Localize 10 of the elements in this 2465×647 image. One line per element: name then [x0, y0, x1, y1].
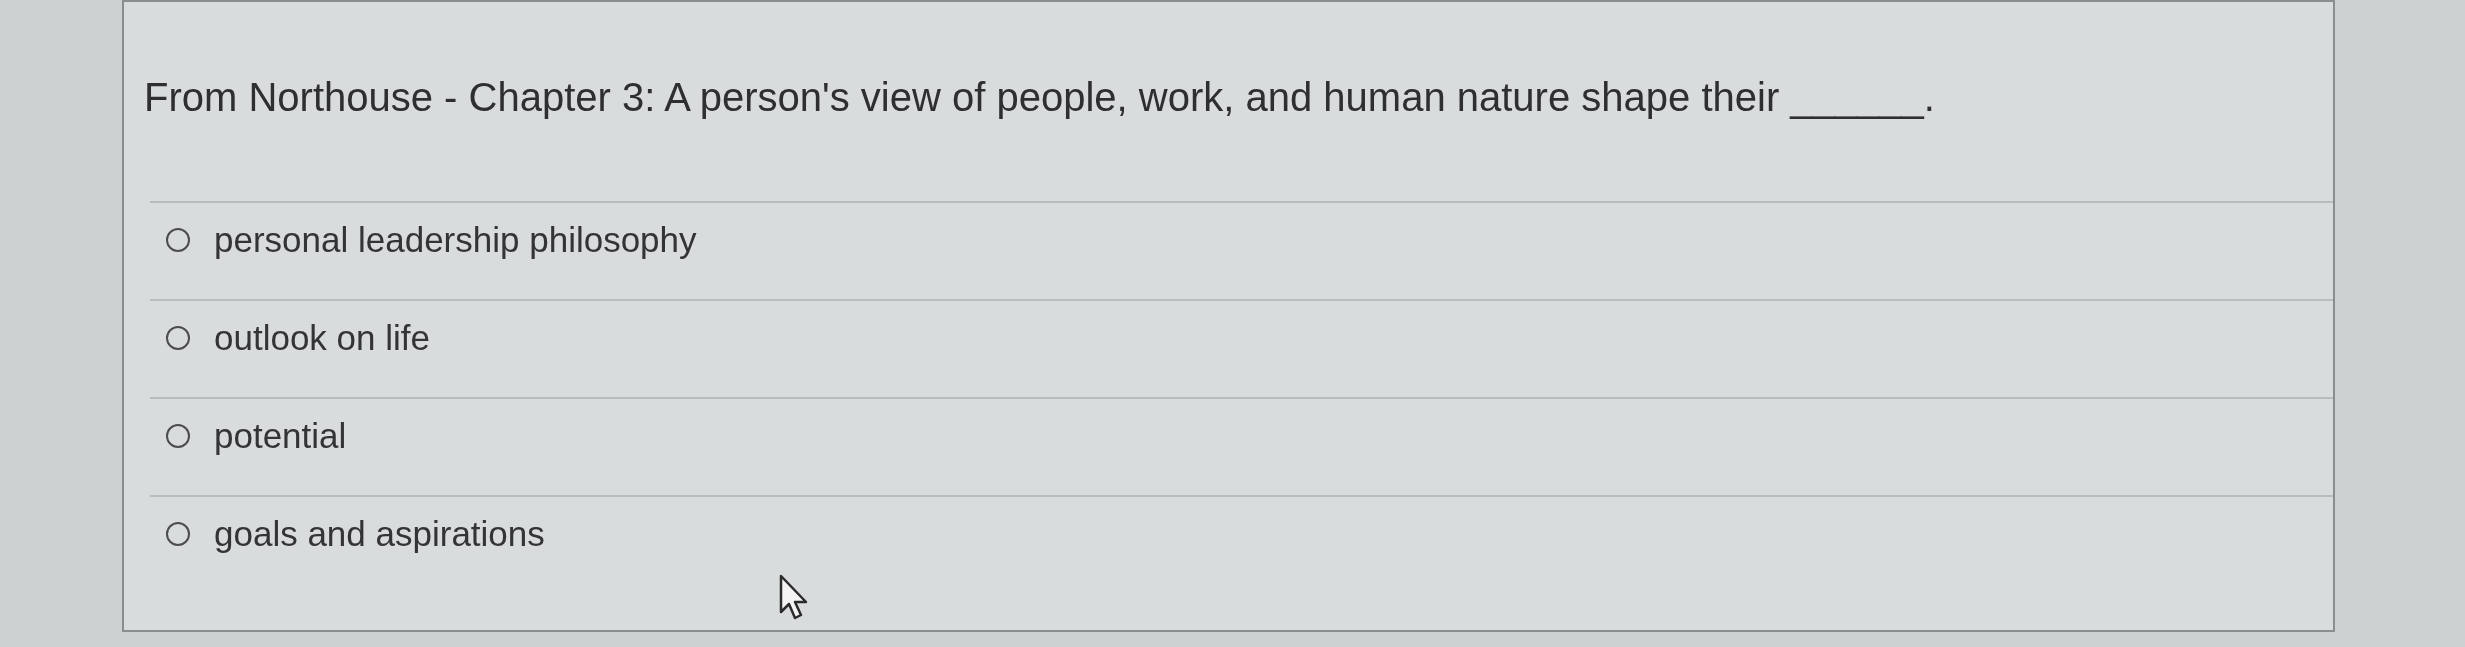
option-label[interactable]: outlook on life	[214, 317, 430, 359]
cursor-icon	[779, 574, 809, 620]
radio-button[interactable]	[166, 424, 190, 448]
question-text: From Northouse - Chapter 3: A person's view of people, work, and human nature shape their ______.	[144, 74, 1935, 121]
option-label[interactable]: potential	[214, 415, 347, 457]
option-label[interactable]: personal leadership philosophy	[214, 219, 697, 261]
option-label[interactable]: goals and aspirations	[214, 513, 545, 555]
radio-button[interactable]	[166, 228, 190, 252]
radio-button[interactable]	[166, 326, 190, 350]
radio-button[interactable]	[166, 522, 190, 546]
